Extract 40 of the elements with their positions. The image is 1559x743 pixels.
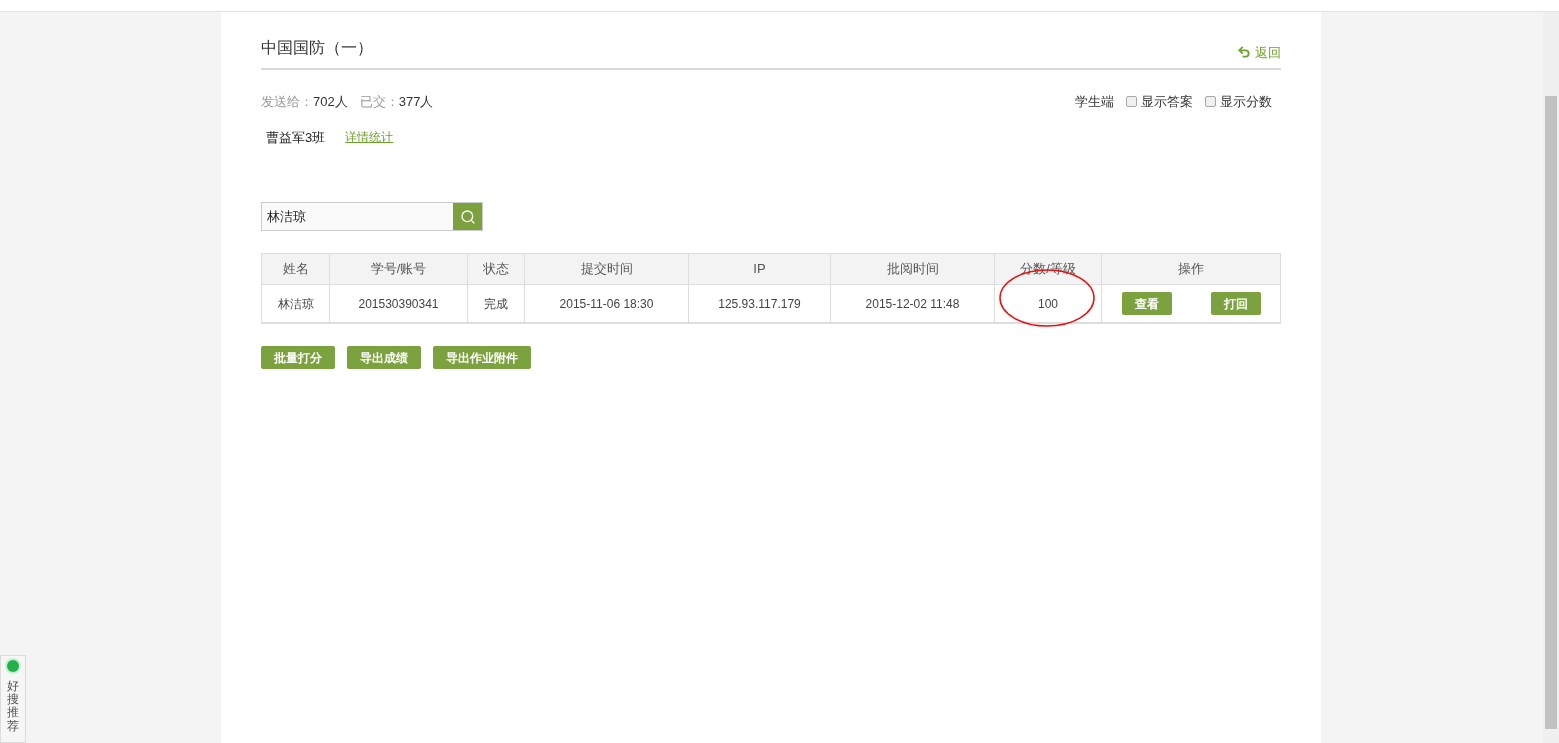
- table-cell: 2015-11-06 18:30: [525, 285, 689, 322]
- view-mode-label: 学生端: [1075, 93, 1114, 111]
- column-header: 批阅时间: [831, 254, 995, 284]
- row-action-button[interactable]: 打回: [1210, 292, 1261, 315]
- action-button[interactable]: 导出作业附件: [433, 346, 531, 369]
- stats-link[interactable]: 详情统计: [345, 128, 394, 147]
- page-title: 中国国防（一）: [261, 38, 373, 58]
- option-checkbox[interactable]: 显示答案: [1126, 92, 1193, 112]
- row-action-button[interactable]: 查看: [1121, 292, 1172, 315]
- column-header: IP: [689, 254, 831, 284]
- column-header: 状态: [468, 254, 525, 284]
- back-arrow-icon: [1237, 45, 1251, 60]
- column-header: 姓名: [262, 254, 330, 284]
- action-button[interactable]: 导出成绩: [347, 346, 421, 369]
- recommend-label: 好搜推荐: [7, 680, 19, 733]
- class-name: 曹益军3班: [266, 128, 326, 147]
- table-cell: 2015-12-02 11:48: [831, 285, 995, 322]
- search-icon: [459, 208, 476, 225]
- scrollbar-thumb[interactable]: [1545, 96, 1557, 729]
- recommend-widget[interactable]: 好搜推荐: [0, 655, 26, 743]
- table-cell: 125.93.117.179: [689, 285, 831, 322]
- checkbox-icon: [1205, 96, 1216, 108]
- stat-value: 377人: [398, 93, 434, 111]
- table-cell: 201530390341: [330, 285, 468, 322]
- search-field[interactable]: 林洁琼: [261, 202, 483, 231]
- stat-value: 702人: [313, 93, 348, 111]
- stat-label: 已交：: [359, 93, 399, 111]
- back-link[interactable]: 返回: [1237, 42, 1281, 62]
- action-button[interactable]: 批量打分: [261, 346, 335, 369]
- column-header: 学号/账号: [330, 254, 468, 284]
- scrollbar[interactable]: [1543, 12, 1559, 743]
- column-header: 操作: [1177, 260, 1205, 279]
- column-header: 提交时间: [525, 254, 689, 284]
- table-cell: 林洁琼: [262, 285, 330, 322]
- stat-label: 发送给：: [261, 93, 313, 111]
- checkbox-icon: [1126, 96, 1137, 108]
- table-cell: 100: [995, 285, 1102, 322]
- search-button[interactable]: [453, 203, 482, 230]
- option-checkbox[interactable]: 显示分数: [1205, 92, 1272, 112]
- table-cell: 完成: [468, 285, 525, 322]
